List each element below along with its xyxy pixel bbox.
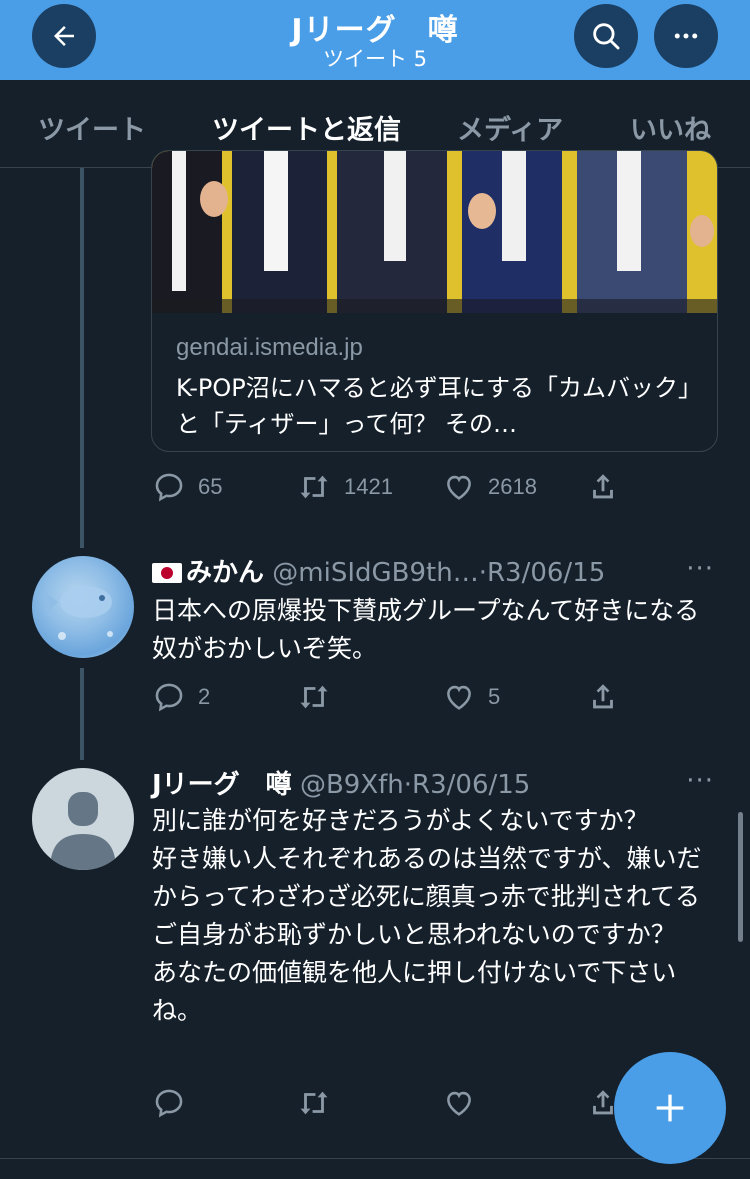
tab-tweets[interactable]: ツイート <box>38 108 146 147</box>
reply-button[interactable] <box>152 1086 186 1120</box>
reply-icon <box>155 1089 183 1118</box>
more-horizontal-icon <box>674 33 698 39</box>
tweet-date[interactable]: ·R3/06/15 <box>404 770 531 800</box>
tweet-actions: 65 1421 2618 <box>152 470 652 506</box>
scrollbar[interactable] <box>738 812 743 942</box>
tab-tweets-and-replies[interactable]: ツイートと返信 <box>212 108 401 147</box>
reply-count: 65 <box>198 474 223 499</box>
top-bar: Jリーグ 噂 ツイート 5 <box>0 0 750 80</box>
tweet-actions <box>152 1086 652 1122</box>
retweet-icon <box>300 1091 328 1115</box>
more-button[interactable] <box>654 4 718 68</box>
link-domain: gendai.ismedia.jp <box>176 334 363 361</box>
japan-flag-icon <box>152 563 182 583</box>
like-count: 5 <box>488 684 501 709</box>
thread-line <box>80 668 84 760</box>
tweet-text: 別に誰が何を好きだろうがよくないですか？ 好き嫌い人それぞれあるのは当然ですが、… <box>152 806 702 1025</box>
reply-button[interactable]: 2 <box>152 680 210 714</box>
like-button[interactable]: 5 <box>442 680 500 714</box>
share-button[interactable] <box>586 680 620 714</box>
avatar[interactable] <box>32 556 134 658</box>
tab-media[interactable]: メディア <box>457 108 563 147</box>
tweet-actions: 2 5 <box>152 680 652 716</box>
compose-tweet-button[interactable] <box>614 1052 726 1164</box>
user-handle[interactable]: @B9Xfh <box>300 770 404 800</box>
tweet-header: Jリーグ 噂 @B9Xfh·R3/06/15 <box>152 764 530 801</box>
tweet-more-button[interactable]: ··· <box>686 766 714 796</box>
tweet-text: 日本への原爆投下賛成グループなんて好きになる奴がおかしいぞ笑。 <box>152 596 700 663</box>
thread-line <box>80 168 84 548</box>
reply-count: 2 <box>198 684 211 709</box>
retweet-button[interactable] <box>296 680 344 714</box>
retweet-button[interactable] <box>296 1086 332 1120</box>
tweet-date[interactable]: ·R3/06/15 <box>479 558 606 588</box>
user-name[interactable]: みかん <box>186 558 264 588</box>
retweet-button[interactable]: 1421 <box>296 470 393 504</box>
retweet-count: 1421 <box>344 474 393 499</box>
like-count: 2618 <box>488 474 537 499</box>
share-icon <box>593 684 613 709</box>
user-handle[interactable]: @miSIdGB9th… <box>272 558 478 588</box>
reply-icon <box>155 473 183 502</box>
reply-button[interactable]: 65 <box>152 470 222 504</box>
search-icon <box>593 23 620 50</box>
people-in-suits-image <box>152 151 717 313</box>
reply-icon <box>155 683 183 712</box>
retweet-icon <box>300 475 328 499</box>
share-icon <box>593 474 613 499</box>
link-title: K-POP沼にハマると必ず耳にする「カムバック」と「ティザー」って何？ その… <box>176 374 690 438</box>
tweet-count: ツイート 5 <box>322 47 428 71</box>
default-user-icon <box>50 792 116 870</box>
tweet-header: みかん @miSIdGB9th…·R3/06/15 <box>152 552 605 589</box>
tweet-more-button[interactable]: ··· <box>686 554 714 584</box>
avatar[interactable] <box>32 768 134 870</box>
link-preview-card[interactable]: gendai.ismedia.jp K-POP沼にハマると必ず耳にする「カムバッ… <box>151 150 718 452</box>
heart-icon <box>447 475 471 500</box>
tab-likes[interactable]: いいね <box>630 108 711 147</box>
like-button[interactable]: 2618 <box>442 470 537 504</box>
plus-icon <box>656 1094 684 1122</box>
heart-icon <box>447 685 471 710</box>
like-button[interactable] <box>442 1086 476 1120</box>
search-button[interactable] <box>574 4 638 68</box>
share-button[interactable] <box>586 470 620 504</box>
heart-icon <box>447 1091 471 1116</box>
fish-avatar-image <box>44 586 113 640</box>
link-preview-image <box>152 151 717 313</box>
user-name[interactable]: Jリーグ 噂 <box>152 770 292 800</box>
retweet-icon <box>300 685 328 709</box>
divider <box>0 1158 750 1159</box>
